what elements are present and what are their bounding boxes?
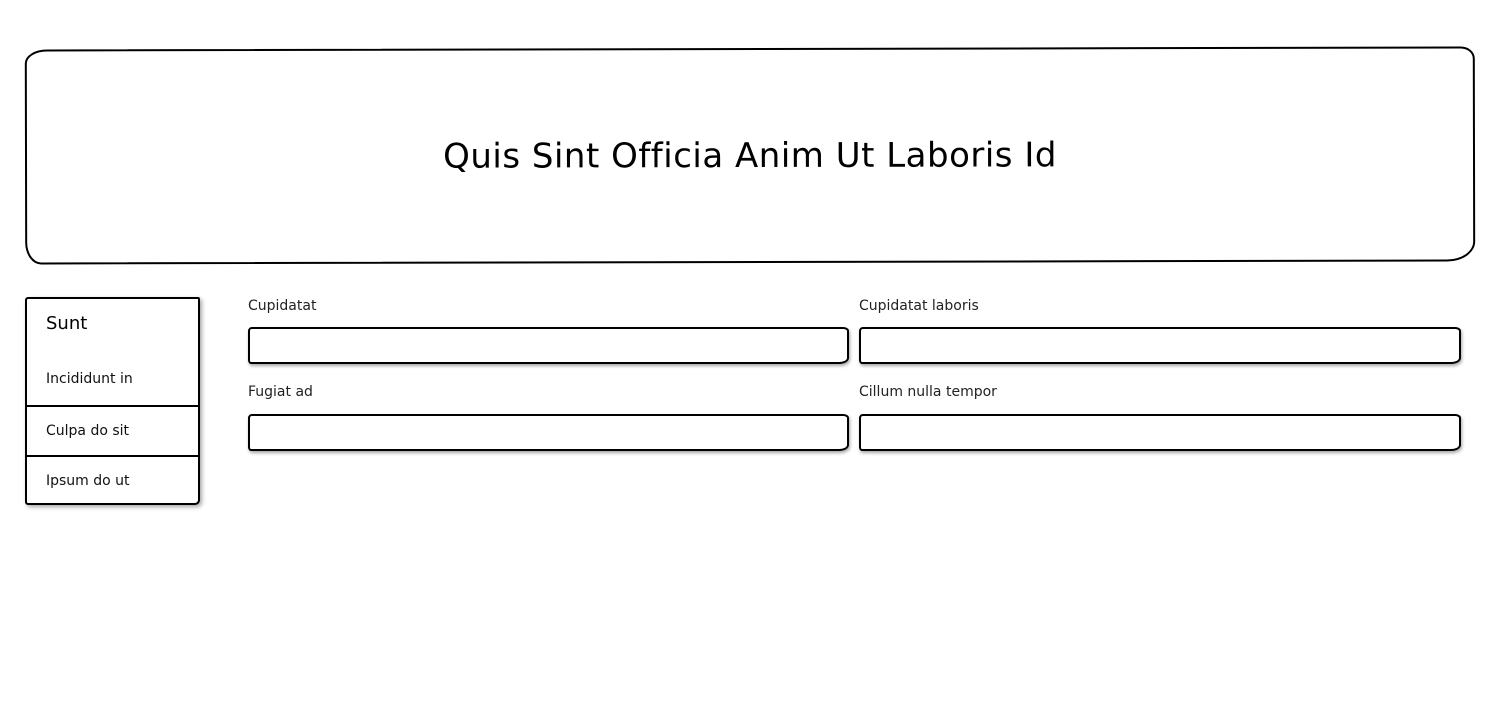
page-title: Quis Sint Officia Anim Ut Laboris Id	[443, 134, 1057, 177]
sidebar-item-culpa-do-sit[interactable]: Culpa do sit	[27, 405, 198, 455]
sidebar-item-incididunt-in[interactable]: Incididunt in	[27, 349, 198, 405]
page: Quis Sint Officia Anim Ut Laboris Id Sun…	[0, 0, 1500, 720]
cillum-nulla-tempor-field[interactable]	[859, 414, 1461, 451]
header-banner: Quis Sint Officia Anim Ut Laboris Id	[24, 46, 1476, 265]
sidebar-item-ipsum-do-ut[interactable]: Ipsum do ut	[27, 455, 198, 505]
fugiat-ad-field[interactable]	[248, 414, 849, 451]
cupidatat-label: Cupidatat	[248, 298, 317, 314]
cupidatat-field[interactable]	[248, 327, 849, 364]
cupidatat-laboris-label: Cupidatat laboris	[859, 298, 979, 314]
sidebar-nav: Sunt Incididunt in Culpa do sit Ipsum do…	[25, 297, 200, 505]
cupidatat-laboris-field[interactable]	[859, 327, 1461, 364]
sidebar-item-label: Culpa do sit	[46, 423, 130, 439]
cillum-nulla-tempor-label: Cillum nulla tempor	[859, 384, 997, 400]
fugiat-ad-label: Fugiat ad	[248, 384, 313, 400]
sidebar-item-label: Incididunt in	[46, 371, 133, 387]
sidebar-heading: Sunt	[46, 313, 88, 334]
sidebar-item-label: Ipsum do ut	[46, 473, 130, 489]
